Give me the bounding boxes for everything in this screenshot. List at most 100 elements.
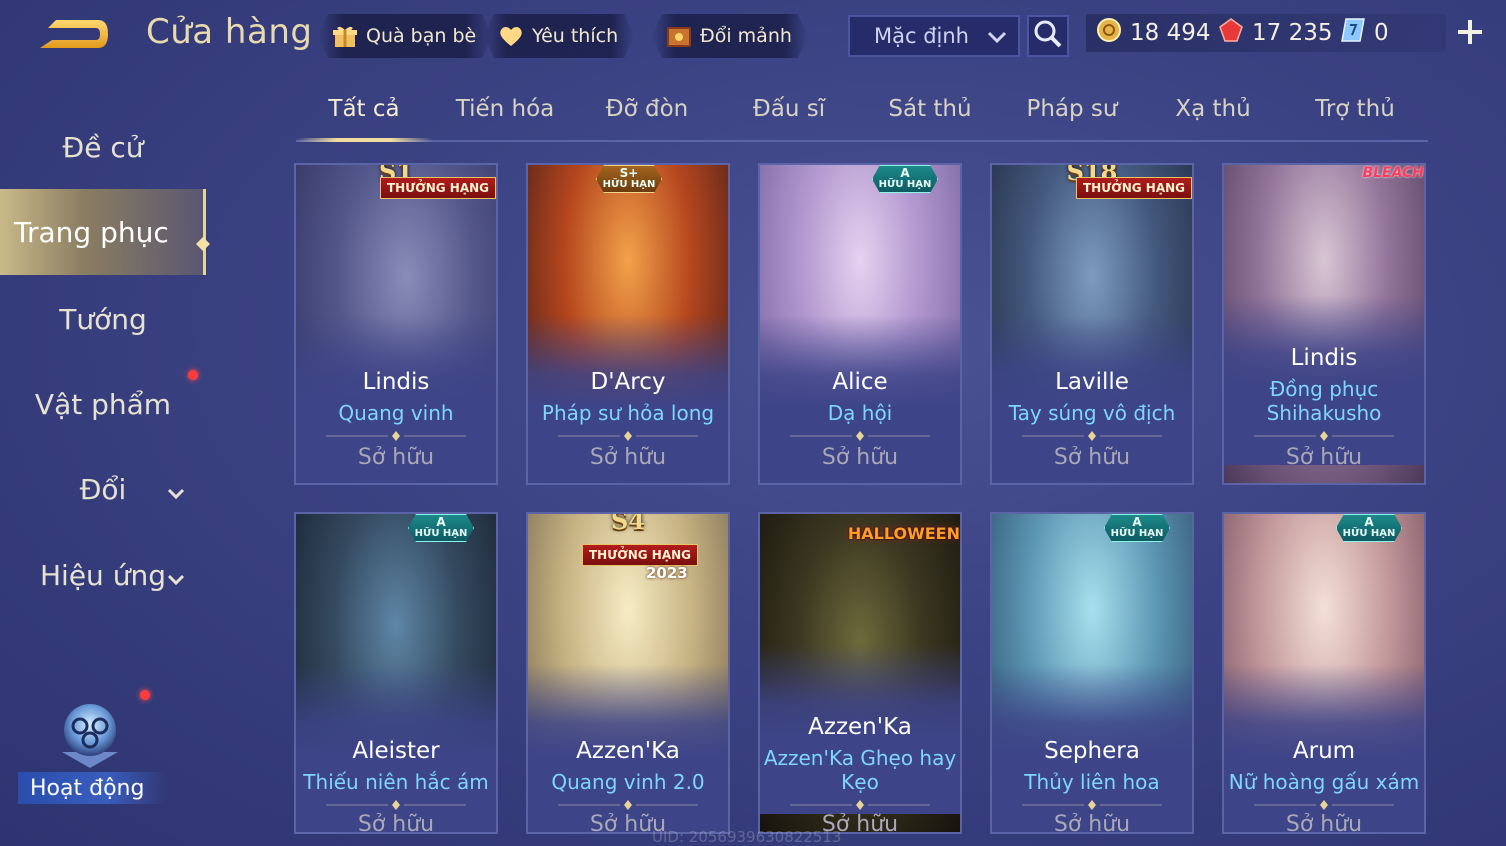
skin-card[interactable]: BLEACH Lindis Đồng phục Shihakusho Sở hữ…	[1222, 163, 1426, 485]
rank-reward-badge: THƯỞNG HẠNG	[581, 544, 698, 566]
sidebar-item-effects[interactable]: Hiệu ứng	[0, 532, 206, 618]
skin-name: Pháp sư hỏa long	[541, 401, 715, 425]
friend-gift-label: Quà bạn bè	[366, 25, 477, 47]
skin-grid: S1 THƯỞNG HẠNG Lindis Quang vinh Sở hữu …	[294, 163, 1434, 846]
rank-reward-badge: THƯỞNG HẠNG	[1075, 177, 1192, 199]
hero-name: Sephera	[1044, 738, 1140, 764]
voucher-amount: 0	[1374, 20, 1389, 46]
ornament-divider	[1022, 431, 1162, 441]
chevron-down-icon	[166, 478, 186, 500]
skin-name-line-1: Đồng phục	[1269, 377, 1379, 401]
skin-name: Thiếu niên hắc ám	[303, 770, 489, 794]
sidebar-item-recommended[interactable]: Đề cử	[0, 104, 206, 190]
limited-badge: A HỮU HẠN	[872, 165, 938, 193]
gold-currency: 18 494	[1096, 16, 1210, 50]
tab-all[interactable]: Tất cả	[296, 96, 432, 122]
tab-assassin[interactable]: Sát thủ	[862, 96, 998, 122]
owned-status: Sở hữu	[1285, 445, 1363, 470]
hero-name: Laville	[1055, 369, 1129, 395]
ornament-divider	[558, 431, 698, 441]
skin-name: Dạ hội	[827, 401, 893, 425]
tab-marksman[interactable]: Xạ thủ	[1145, 96, 1281, 122]
owned-status: Sở hữu	[1053, 812, 1131, 834]
limited-badge: A HỮU HẠN	[408, 514, 474, 542]
sidebar-item-label: Hiệu ứng	[40, 558, 166, 592]
activity-orb-icon	[54, 696, 126, 776]
sidebar-item-skins[interactable]: Trang phục	[0, 189, 210, 275]
chevron-down-icon	[986, 26, 1008, 48]
ornament-divider	[558, 800, 698, 810]
skin-card[interactable]: A HỮU HẠN Arum Nữ hoàng gấu xám Sở hữu	[1222, 512, 1426, 834]
limited-badge: S+ HỮU HẠN	[596, 165, 662, 193]
sidebar-item-label: Đề cử	[62, 130, 144, 164]
gift-icon	[330, 21, 360, 51]
tab-support[interactable]: Trợ thủ	[1287, 96, 1423, 122]
sidebar-item-exchange[interactable]: Đổi	[0, 446, 206, 532]
heart-icon	[496, 21, 526, 51]
favorite-button[interactable]: Yêu thích	[484, 14, 634, 58]
favorite-label: Yêu thích	[532, 25, 619, 47]
ornament-divider	[1254, 800, 1394, 810]
plus-icon[interactable]	[1452, 14, 1488, 50]
skin-name: Quang vinh 2.0	[551, 770, 705, 794]
sort-dropdown[interactable]: Mặc định	[848, 15, 1020, 57]
owned-status: Sở hữu	[1053, 445, 1131, 470]
skin-card[interactable]: S1 THƯỞNG HẠNG Lindis Quang vinh Sở hữu	[294, 163, 498, 485]
rank-reward-badge: THƯỞNG HẠNG	[379, 177, 496, 199]
bleach-collab-badge: BLEACH	[1362, 165, 1424, 181]
owned-status: Sở hữu	[1285, 812, 1363, 834]
chest-icon	[664, 21, 694, 51]
sort-selected-value: Mặc định	[874, 24, 969, 48]
hero-name: D'Arcy	[590, 369, 666, 395]
sidebar-item-label: Vật phẩm	[34, 387, 172, 421]
exchange-fragments-button[interactable]: Đổi mảnh	[652, 14, 808, 58]
season-year: 2023	[646, 564, 688, 582]
exchange-label: Đổi mảnh	[700, 25, 792, 47]
limited-badge: A HỮU HẠN	[1104, 514, 1170, 542]
hero-name: Lindis	[362, 369, 430, 395]
activity-button[interactable]: Hoạt động	[14, 692, 166, 810]
hero-name: Aleister	[352, 738, 440, 764]
tab-evolution[interactable]: Tiến hóa	[437, 96, 573, 122]
ornament-divider	[1022, 800, 1162, 810]
ruby-gem-icon	[1218, 17, 1244, 49]
skin-card[interactable]: S18 THƯỞNG HẠNG Laville Tay súng vô địch…	[990, 163, 1194, 485]
skin-name: Tay súng vô địch	[1008, 401, 1176, 425]
owned-status: Sở hữu	[589, 445, 667, 470]
skin-name-line-2: Kẹo	[841, 770, 879, 794]
search-button[interactable]	[1027, 15, 1069, 57]
skin-name-line-2: Shihakusho	[1266, 401, 1382, 425]
sidebar-item-label: Tướng	[59, 302, 147, 336]
voucher-icon	[1340, 17, 1366, 49]
skin-card[interactable]: HALLOWEEN Azzen'Ka Azzen'Ka Ghẹo hay Kẹo…	[758, 512, 962, 834]
friend-gift-button[interactable]: Quà bạn bè	[318, 14, 492, 58]
ruby-currency: 17 235	[1218, 16, 1332, 50]
category-tabs: Tất cả Tiến hóa Đỡ đòn Đấu sĩ Sát thủ Ph…	[296, 88, 1428, 142]
limited-badge: A HỮU HẠN	[1336, 514, 1402, 542]
sidebar-item-items[interactable]: Vật phẩm	[0, 361, 206, 447]
search-icon	[1033, 19, 1063, 53]
skin-card[interactable]: A HỮU HẠN Alice Dạ hội Sở hữu	[758, 163, 962, 485]
activity-label: Hoạt động	[18, 772, 166, 804]
skin-card[interactable]: S4 THƯỞNG HẠNG 2023 Azzen'Ka Quang vinh …	[526, 512, 730, 834]
ornament-divider	[790, 431, 930, 441]
skin-card[interactable]: A HỮU HẠN Aleister Thiếu niên hắc ám Sở h…	[294, 512, 498, 834]
tab-fighter[interactable]: Đấu sĩ	[721, 96, 857, 122]
tab-tank[interactable]: Đỡ đòn	[579, 96, 715, 122]
sidebar-item-heroes[interactable]: Tướng	[0, 276, 206, 362]
voucher-currency: 0	[1340, 16, 1389, 50]
top-bar: Cửa hàng Quà bạn bè Yêu thích Đổi mảnh M…	[0, 0, 1506, 70]
active-tab-underline	[296, 138, 432, 142]
back-arrow-icon[interactable]	[36, 14, 114, 54]
season-badge: S4	[610, 512, 646, 535]
sidebar-item-label: Đổi	[79, 472, 127, 506]
halloween-badge: HALLOWEEN	[847, 524, 960, 543]
tab-mage[interactable]: Pháp sư	[1004, 96, 1140, 122]
skin-name: Nữ hoàng gấu xám	[1228, 770, 1420, 794]
skin-name: Quang vinh	[338, 401, 454, 425]
skin-card[interactable]: S+ HỮU HẠN D'Arcy Pháp sư hỏa long Sở hữu	[526, 163, 730, 485]
ruby-amount: 17 235	[1252, 20, 1333, 46]
chevron-down-icon	[166, 564, 186, 586]
ornament-divider	[790, 800, 930, 810]
skin-card[interactable]: A HỮU HẠN Sephera Thủy liên hoa Sở hữu	[990, 512, 1194, 834]
